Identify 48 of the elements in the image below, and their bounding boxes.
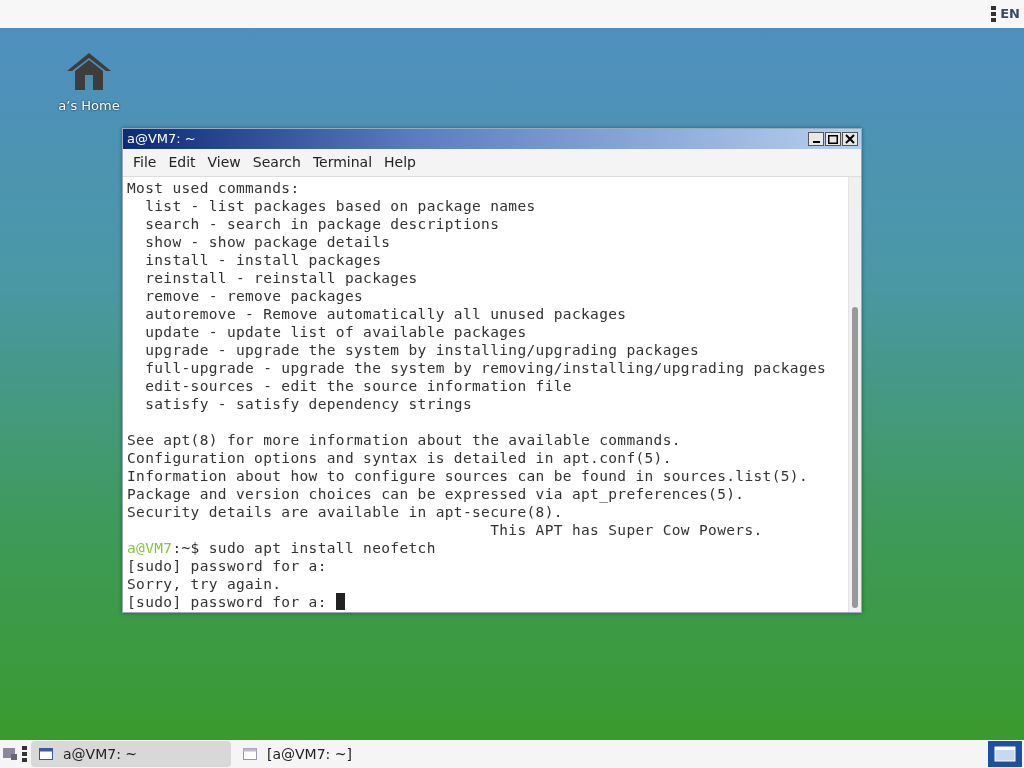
terminal-line: [sudo] password for a: [127,557,327,575]
terminal-line: reinstall - reinstall packages [144,269,418,287]
terminal-line: Security details are available in apt-secure(8). [127,503,563,521]
terminal-line: Sorry, try again. [127,575,282,593]
terminal-line: full-upgrade - upgrade the system by removing/installing/upgrading packages [144,359,827,377]
terminal-line: Configuration options and syntax is detailed in apt.conf(5). [127,449,672,467]
menu-icon[interactable] [991,6,997,22]
terminal-line: satisfy - satisfy dependency strings [144,395,473,413]
terminal-line: upgrade - upgrade the system by installing/upgrading packages [144,341,700,359]
desktop-icon [994,746,1016,762]
close-button[interactable] [842,132,858,146]
terminal-line: Package and version choices can be expressed via apt_preferences(5). [127,485,745,503]
minimize-icon [812,141,820,143]
terminal-line: Information about how to configure sources can be found in sources.list(5). [127,467,808,485]
show-desktop-button[interactable] [988,741,1022,767]
window-icon [243,748,257,760]
close-icon [845,134,855,144]
terminal-line: install - install packages [144,251,382,269]
window-title: a@VM7: ~ [127,130,196,149]
menu-item[interactable]: Search [246,151,307,174]
terminal-line: list - list packages based on package names [144,197,536,215]
menu-item[interactable]: Help [378,151,422,174]
minimize-button[interactable] [808,132,824,146]
terminal-line: edit-sources - edit the source information file [144,377,572,395]
terminal-line: autoremove - Remove automatically all unused packages [144,305,627,323]
terminal-command: :~$ sudo apt install neofetch [172,539,436,557]
terminal-line: This APT has Super Cow Powers. [489,521,763,539]
maximize-icon [828,134,838,144]
terminal-line: [sudo] password for a: [127,593,328,611]
scrollbar[interactable] [848,177,861,612]
taskbar-button[interactable]: [a@VM7: ~] [235,741,435,767]
terminal-line: update - update list of available packages [144,323,527,341]
terminal-line: remove - remove packages [144,287,364,305]
scrollbar-thumb[interactable] [852,307,858,608]
taskbar-button[interactable]: a@VM7: ~ [31,741,231,767]
maximize-button[interactable] [825,132,841,146]
terminal-line: Most used commands: [127,179,300,197]
keyboard-layout-indicator[interactable]: EN [1000,4,1020,24]
menu-item[interactable]: Edit [162,151,202,174]
terminal-line: search - search in package descriptions [144,215,500,233]
menu-item[interactable]: File [127,151,163,174]
window-icon [39,748,53,760]
prompt-user-host: a@VM7 [127,539,173,557]
menu-item[interactable]: View [201,151,247,174]
terminal-line: See apt(8) for more information about the available commands. [127,431,681,449]
terminal-line: show - show package details [144,233,391,251]
menu-item[interactable]: Terminal [306,151,379,174]
handle-icon[interactable] [22,746,27,762]
